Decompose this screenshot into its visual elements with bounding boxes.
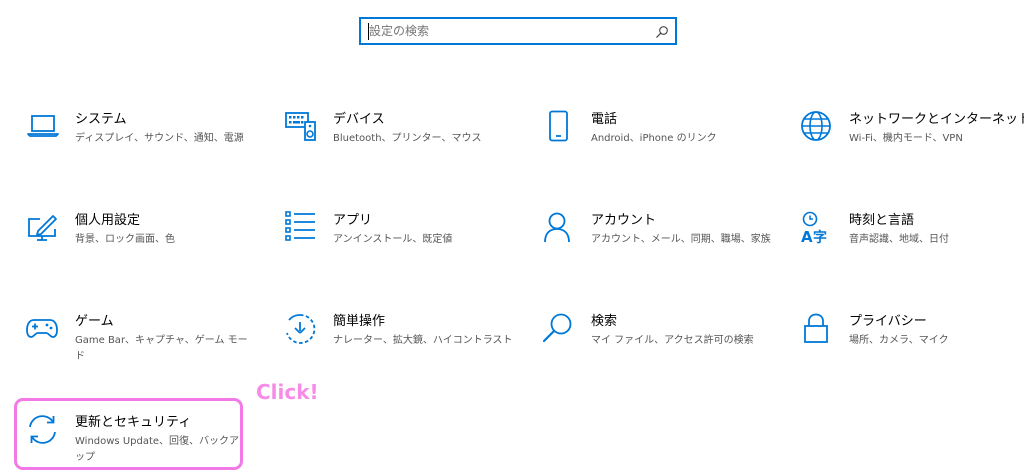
svg-text:字: 字 bbox=[813, 229, 827, 245]
svg-text:A: A bbox=[801, 228, 813, 245]
keyboard-speaker-icon bbox=[284, 110, 318, 144]
language-clock-icon: A 字 bbox=[800, 211, 834, 245]
tile-system[interactable]: システム ディスプレイ、サウンド、通知、電源 bbox=[26, 110, 256, 190]
tile-title: システム bbox=[75, 112, 127, 127]
tile-description: Game Bar、キャプチャ、ゲーム モード bbox=[75, 335, 248, 362]
tile-description: 音声認識、地域、日付 bbox=[849, 234, 949, 245]
tile-time-language[interactable]: A 字 時刻と言語 音声認識、地域、日付 bbox=[800, 211, 1024, 291]
tile-description: 場所、カメラ、マイク bbox=[849, 335, 949, 346]
lock-icon bbox=[800, 312, 834, 346]
tile-title: デバイス bbox=[333, 112, 385, 127]
tile-description: Wi-Fi、機内モード、VPN bbox=[849, 133, 963, 144]
search-icon[interactable] bbox=[655, 24, 669, 38]
tile-description: アカウント、メール、同期、職場、家族 bbox=[591, 234, 771, 245]
list-icon bbox=[284, 211, 318, 245]
tile-description: Android、iPhone のリンク bbox=[591, 133, 717, 144]
tile-privacy[interactable]: プライバシー 場所、カメラ、マイク bbox=[800, 312, 1024, 392]
tile-description: マイ ファイル、アクセス許可の検索 bbox=[591, 335, 754, 346]
settings-search-box[interactable] bbox=[359, 17, 677, 45]
tile-description: Bluetooth、プリンター、マウス bbox=[333, 133, 482, 144]
tile-title: 検索 bbox=[591, 314, 618, 329]
tile-phone[interactable]: 電話 Android、iPhone のリンク bbox=[542, 110, 772, 190]
click-annotation: Click! bbox=[256, 380, 319, 404]
tile-gaming[interactable]: ゲーム Game Bar、キャプチャ、ゲーム モード bbox=[26, 312, 256, 392]
tile-title: ネットワークとインターネット bbox=[849, 112, 1024, 127]
tile-search[interactable]: 検索 マイ ファイル、アクセス許可の検索 bbox=[542, 312, 772, 392]
search-input[interactable] bbox=[369, 22, 639, 40]
tile-accounts[interactable]: アカウント アカウント、メール、同期、職場、家族 bbox=[542, 211, 772, 291]
tile-title: 時刻と言語 bbox=[849, 213, 915, 228]
tile-devices[interactable]: デバイス Bluetooth、プリンター、マウス bbox=[284, 110, 514, 190]
gamepad-icon bbox=[26, 312, 60, 346]
tile-network[interactable]: ネットワークとインターネット Wi-Fi、機内モード、VPN bbox=[800, 110, 1024, 190]
tile-description: アンインストール、既定値 bbox=[333, 234, 453, 245]
magnifier-icon bbox=[542, 312, 576, 346]
highlight-frame bbox=[14, 398, 243, 470]
tile-description: ディスプレイ、サウンド、通知、電源 bbox=[75, 133, 244, 144]
ease-of-access-icon bbox=[284, 312, 318, 346]
tile-description: ナレーター、拡大鏡、ハイコントラスト bbox=[333, 335, 513, 346]
tile-title: 個人用設定 bbox=[75, 213, 141, 228]
tile-title: アプリ bbox=[333, 213, 373, 228]
tile-title: 電話 bbox=[591, 112, 618, 127]
tile-title: ゲーム bbox=[75, 314, 114, 329]
tile-description: 背景、ロック画面、色 bbox=[75, 234, 175, 245]
tile-apps[interactable]: アプリ アンインストール、既定値 bbox=[284, 211, 514, 291]
person-icon bbox=[542, 211, 576, 245]
globe-icon bbox=[800, 110, 834, 144]
tile-title: 簡単操作 bbox=[333, 314, 386, 329]
tile-personalization[interactable]: 個人用設定 背景、ロック画面、色 bbox=[26, 211, 256, 291]
tile-title: アカウント bbox=[591, 213, 657, 228]
phone-icon bbox=[542, 110, 576, 144]
tile-title: プライバシー bbox=[849, 314, 927, 329]
laptop-icon bbox=[26, 110, 60, 144]
pen-monitor-icon bbox=[26, 211, 60, 245]
